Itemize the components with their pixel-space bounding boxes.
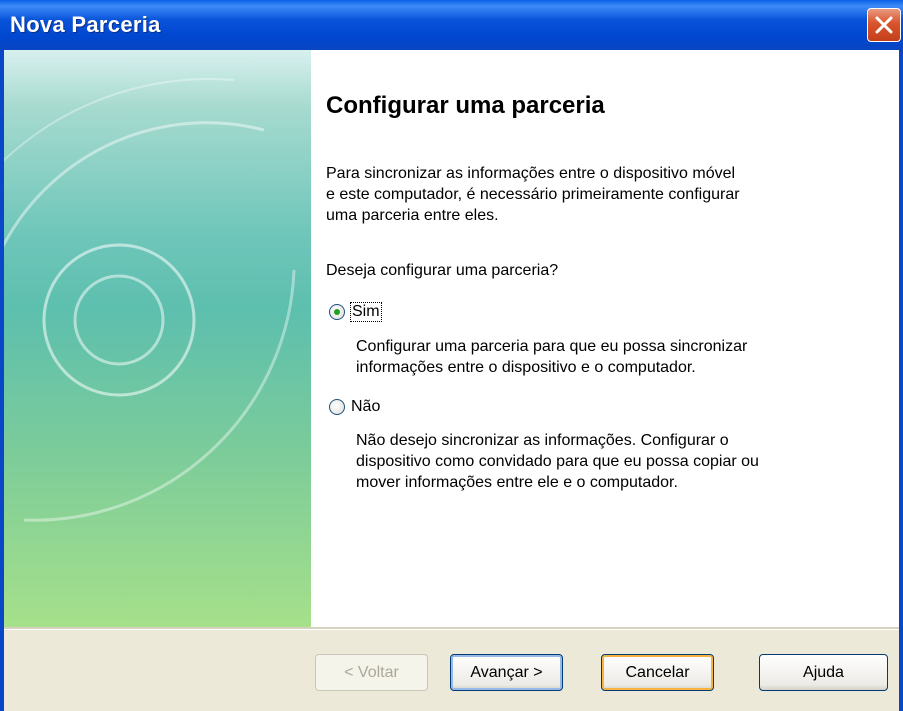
cancel-button[interactable]: Cancelar	[601, 654, 714, 691]
radio-button-sim[interactable]	[329, 304, 345, 320]
window-frame-right	[899, 50, 903, 711]
decorative-swirl	[4, 77, 296, 522]
wizard-side-graphic	[4, 50, 311, 627]
close-icon	[875, 16, 893, 34]
radio-label-sim[interactable]: Sim	[350, 302, 382, 322]
question-label: Deseja configurar uma parceria?	[326, 262, 559, 279]
description-line: mover informações entre ele e o computad…	[356, 474, 678, 491]
page-heading: Configurar uma parceria	[326, 92, 605, 119]
option-description-nao: Não desejo sincronizar as informações. C…	[356, 430, 856, 493]
option-description-sim: Configurar uma parceria para que eu poss…	[356, 336, 856, 378]
back-button[interactable]: < Voltar	[315, 654, 428, 691]
radio-label-nao[interactable]: Não	[351, 398, 380, 416]
close-button[interactable]	[867, 8, 901, 42]
window-title: Nova Parceria	[10, 12, 161, 37]
intro-line: Para sincronizar as informações entre o …	[326, 165, 736, 182]
title-bar[interactable]: Nova Parceria	[0, 0, 903, 50]
wizard-window: Nova Parceria Configurar uma parceria Pa…	[0, 0, 903, 711]
help-button[interactable]: Ajuda	[759, 654, 888, 691]
description-line: informações entre o dispositivo e o comp…	[356, 359, 696, 376]
next-button[interactable]: Avançar >	[450, 654, 563, 691]
description-line: Configurar uma parceria para que eu poss…	[356, 338, 748, 355]
radio-option-nao[interactable]: Não	[329, 398, 380, 416]
description-line: dispositivo como convidado para que eu p…	[356, 453, 759, 470]
radio-button-nao[interactable]	[329, 399, 345, 415]
intro-line: uma parceria entre eles.	[326, 207, 499, 224]
radio-option-sim[interactable]: Sim	[329, 302, 382, 322]
button-bar: < Voltar Avançar > Cancelar Ajuda	[4, 630, 899, 711]
intro-line: e este computador, é necessário primeira…	[326, 186, 740, 203]
intro-paragraph: Para sincronizar as informações entre o …	[326, 163, 846, 226]
description-line: Não desejo sincronizar as informações. C…	[356, 432, 729, 449]
wizard-content: Configurar uma parceria Para sincronizar…	[311, 50, 899, 627]
